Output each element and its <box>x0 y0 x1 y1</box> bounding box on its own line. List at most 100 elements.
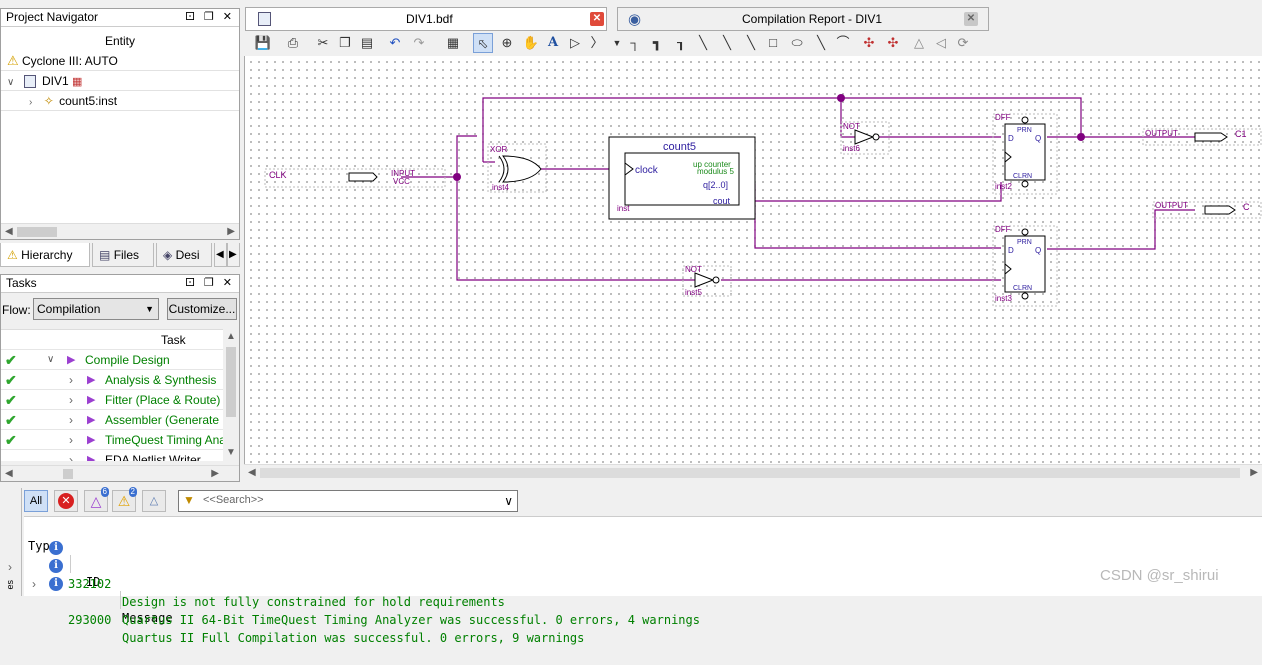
tab-design-units[interactable]: ◈ Desi <box>156 243 212 267</box>
input-pin-clk[interactable]: CLK INPUT VCC <box>264 168 446 188</box>
task-row[interactable]: ✔ › ▶ Assembler (Generate pro <box>1 410 223 430</box>
orthogonal-bus-icon[interactable]: ┓ <box>647 33 667 53</box>
dff-inst2[interactable]: DFF PRN D Q CLRN inst2 <box>992 113 1058 195</box>
critical-warning-filter-button[interactable]: △ 6 <box>84 487 109 512</box>
message-search-box[interactable]: ▼ <<Search>> ∨ <box>178 490 518 512</box>
task-row[interactable]: ✔ › ▶ TimeQuest Timing Analys <box>1 430 223 450</box>
output-pin-c[interactable]: OUTPUT C <box>1152 201 1262 219</box>
tasks-vscrollbar[interactable]: ▲ ▼ <box>223 329 239 461</box>
text-tool-icon[interactable]: A <box>543 33 563 53</box>
panel-window-buttons[interactable]: ⚀ ❐ ✕ <box>185 9 235 25</box>
arc-icon[interactable]: ⌒ <box>833 33 853 53</box>
tree-item-top-entity[interactable]: ∨ DIV1 ▦ <box>1 71 239 91</box>
print-icon[interactable]: ⎙ <box>283 33 303 53</box>
expand-arrow-icon[interactable]: › <box>29 97 32 108</box>
partial-line-icon[interactable]: ✣ <box>859 33 879 53</box>
scroll-left-icon[interactable]: ◀ <box>5 466 13 482</box>
scroll-left-icon[interactable]: ◀ <box>5 224 13 240</box>
scroll-up-icon[interactable]: ▲ <box>226 329 236 345</box>
expand-arrow-icon[interactable]: › <box>69 430 73 450</box>
scroll-right-icon[interactable]: ▶ <box>211 466 219 482</box>
tree-item-child[interactable]: › ✧ count5:inst <box>1 91 239 111</box>
task-table-header[interactable]: Task <box>1 330 223 350</box>
expand-arrow-icon[interactable]: › <box>69 370 73 390</box>
rubberbanding-icon[interactable]: ✣ <box>883 33 903 53</box>
save-icon[interactable]: 💾 <box>253 33 273 53</box>
paste-icon[interactable]: ▤ <box>357 33 377 53</box>
schematic-canvas[interactable]: CLK INPUT VCC XOR inst4 count5 clock up … <box>244 56 1262 464</box>
scroll-thumb[interactable] <box>260 468 1240 478</box>
expand-arrow-icon[interactable]: › <box>69 390 73 410</box>
customize-button[interactable]: Customize... <box>167 298 237 320</box>
ellipse-icon[interactable]: ⬭ <box>787 33 807 53</box>
expand-arrow-icon[interactable]: › <box>69 450 73 461</box>
output-pin-c1[interactable]: OUTPUT C1 <box>1142 128 1262 146</box>
flip-horizontal-icon[interactable]: △ <box>909 33 929 53</box>
scroll-thumb[interactable] <box>17 227 57 237</box>
tab-div1-bdf[interactable]: DIV1.bdf ✕ <box>245 7 607 31</box>
tasks-hscrollbar[interactable]: ◀ ▶ <box>1 465 239 481</box>
device-row[interactable]: ⚠ Cyclone III: AUTO <box>1 51 239 71</box>
diagonal-bus-icon[interactable]: ╲ <box>717 33 737 53</box>
message-row[interactable]: i 332102 Design is not fully constrained… <box>24 539 505 609</box>
block-icon[interactable]: ▦ <box>443 33 463 53</box>
play-icon[interactable]: ▶ <box>87 410 95 430</box>
redo-icon[interactable]: ↷ <box>409 33 429 53</box>
search-input[interactable]: <<Search>> <box>203 494 264 506</box>
play-icon[interactable]: ▶ <box>67 350 75 370</box>
selection-tool-icon[interactable]: ⬁ <box>473 33 493 53</box>
collapse-arrow-icon[interactable]: ∨ <box>47 350 54 370</box>
pin-tool-icon[interactable]: 〉 <box>587 33 607 53</box>
expand-arrow-icon[interactable]: › <box>8 560 12 574</box>
flow-select[interactable]: Compilation ▼ <box>33 298 159 320</box>
warning-filter-button[interactable]: ⚠ 2 <box>112 487 137 512</box>
rotate-icon[interactable]: ⟳ <box>953 33 973 53</box>
collapse-arrow-icon[interactable]: ∨ <box>7 77 14 88</box>
panel-window-buttons[interactable]: ⚀ ❐ ✕ <box>185 275 235 291</box>
scroll-down-icon[interactable]: ▼ <box>226 445 236 461</box>
play-icon[interactable]: ▶ <box>87 390 95 410</box>
hand-icon[interactable]: ✋ <box>521 33 541 53</box>
scroll-right-icon[interactable]: ▶ <box>227 224 235 240</box>
navigator-hscrollbar[interactable]: ◀ ▶ <box>1 223 239 239</box>
flip-vertical-icon[interactable]: ◁ <box>931 33 951 53</box>
chevron-down-icon[interactable]: ▼ <box>607 33 627 53</box>
tab-files[interactable]: ▤ Files <box>92 243 154 267</box>
close-icon[interactable]: ✕ <box>590 12 604 26</box>
xor-gate[interactable]: XOR inst4 <box>487 143 547 193</box>
canvas-hscrollbar[interactable]: ◀ ▶ <box>244 464 1262 481</box>
tab-scroll-left-icon[interactable]: ◀ <box>214 243 227 267</box>
symbol-tool-icon[interactable]: ▷ <box>565 33 585 53</box>
scroll-right-icon[interactable]: ▶ <box>1250 465 1258 481</box>
play-icon[interactable]: ▶ <box>87 450 95 461</box>
error-filter-button[interactable]: ✕ <box>54 490 78 512</box>
message-row[interactable]: i 293000 Quartus II Full Compilation was… <box>24 575 584 645</box>
conduit-icon[interactable]: ┒ <box>671 33 691 53</box>
not-gate-inst6[interactable]: NOT inst6 <box>840 121 890 155</box>
scroll-thumb[interactable] <box>63 469 73 479</box>
diagonal-conduit-icon[interactable]: ╲ <box>741 33 761 53</box>
close-icon[interactable]: ✕ <box>964 12 978 26</box>
orthogonal-node-icon[interactable]: ┐ <box>625 33 645 53</box>
task-row[interactable]: › ▶ EDA Netlist Writer <box>1 450 223 461</box>
filter-all-button[interactable]: All <box>24 490 48 512</box>
task-row[interactable]: ✔ ∨ ▶ Compile Design <box>1 350 223 370</box>
undo-icon[interactable]: ↶ <box>385 33 405 53</box>
message-row[interactable]: › i Quartus II 64-Bit TimeQuest Timing A… <box>24 557 700 627</box>
play-icon[interactable]: ▶ <box>87 430 95 450</box>
rectangle-icon[interactable]: □ <box>763 33 783 53</box>
zoom-icon[interactable]: ⊕ <box>497 33 517 53</box>
dff-inst3[interactable]: DFF PRN D Q CLRN inst3 <box>992 225 1058 307</box>
suppressed-filter-button[interactable]: △ <box>142 490 166 512</box>
tab-hierarchy[interactable]: ⚠ Hierarchy <box>0 243 90 267</box>
tab-scroll-right-icon[interactable]: ▶ <box>227 243 240 267</box>
cut-icon[interactable]: ✂ <box>313 33 333 53</box>
count5-block[interactable]: count5 clock up counter modulus 5 q[2..0… <box>608 136 756 220</box>
task-row[interactable]: ✔ › ▶ Analysis & Synthesis <box>1 370 223 390</box>
line-icon[interactable]: ╲ <box>811 33 831 53</box>
diagonal-node-icon[interactable]: ╲ <box>693 33 713 53</box>
copy-icon[interactable]: ❐ <box>335 33 355 53</box>
play-icon[interactable]: ▶ <box>87 370 95 390</box>
scroll-thumb[interactable] <box>226 347 236 417</box>
scroll-left-icon[interactable]: ◀ <box>248 465 256 481</box>
